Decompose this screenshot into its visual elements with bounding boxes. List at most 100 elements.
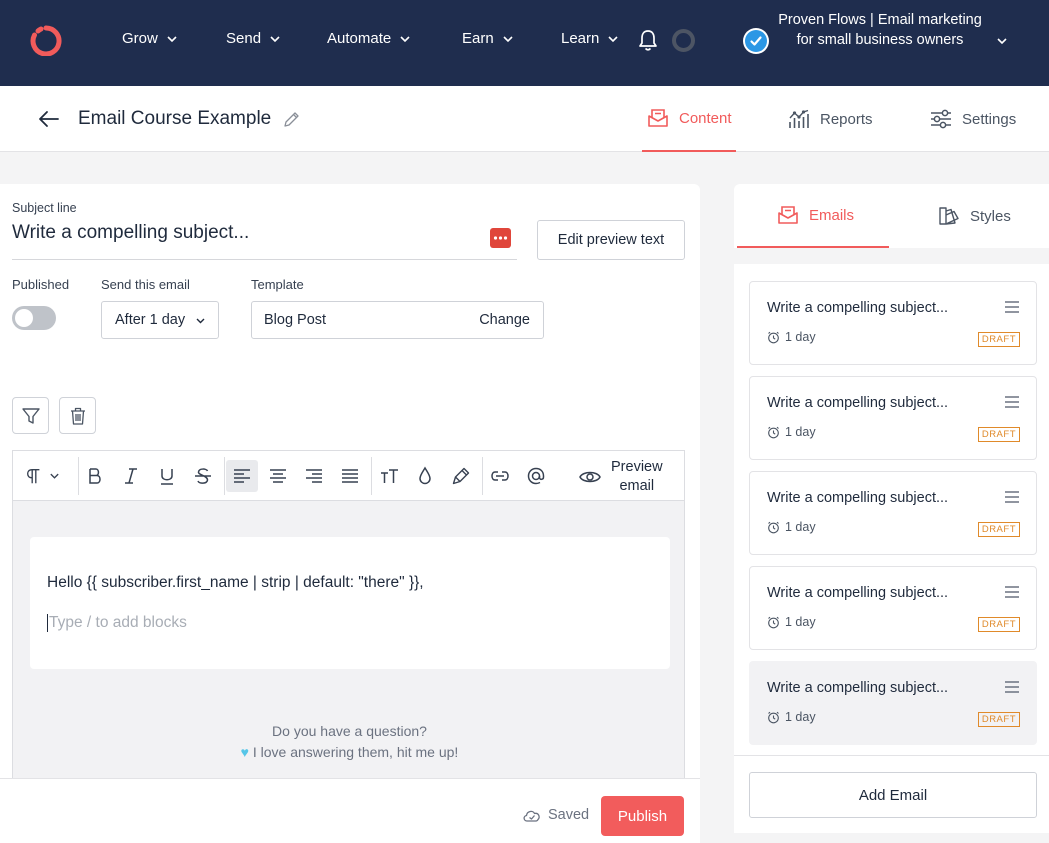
chart-icon [789,109,809,128]
email-body-canvas: Hello {{ subscriber.first_name | strip |… [12,500,685,780]
paragraph-style-dropdown[interactable] [17,460,67,492]
droplet-icon [419,466,431,485]
draft-badge: DRAFT [977,332,1020,347]
bold-icon [89,468,101,484]
draft-badge: DRAFT [977,712,1020,727]
menu-icon[interactable] [1004,300,1020,314]
arrow-left-icon[interactable] [38,109,60,129]
strikethrough-button[interactable] [187,460,219,492]
greeting-text[interactable]: Hello {{ subscriber.first_name | strip |… [47,574,424,592]
published-toggle[interactable] [12,306,56,330]
email-delay: 1 day [767,330,816,344]
nav-grow-label: Grow [122,30,158,47]
block-placeholder[interactable]: Type / to add blocks [47,614,187,632]
nav-send-label: Send [226,30,262,47]
tab-content[interactable]: Content [642,86,736,152]
draft-badge: DRAFT [977,522,1020,537]
mention-button[interactable] [520,460,552,492]
chevron-down-icon [503,35,513,42]
email-delay: 1 day [767,615,816,629]
draft-badge: DRAFT [977,427,1020,442]
change-template-button[interactable]: Change [479,312,530,328]
brand-logo-icon[interactable] [29,24,63,56]
italic-button[interactable] [115,460,147,492]
tab-styles-label: Styles [970,207,1011,225]
align-center-icon [270,469,286,483]
highlighter-icon [452,467,470,485]
text-size-icon [381,469,398,483]
email-card-title: Write a compelling subject... [767,585,949,601]
filter-button[interactable] [12,397,49,434]
account-switcher[interactable]: Proven Flows | Email marketing for small… [743,10,1033,76]
paragraph-icon [26,469,39,484]
publish-button[interactable]: Publish [601,796,684,836]
underline-icon [161,469,173,485]
chevron-down-icon [49,473,59,479]
nav-send[interactable]: Send [226,30,281,47]
preview-email-label: Preview email [611,458,663,496]
align-left-button[interactable] [226,460,258,492]
email-card[interactable]: Write a compelling subject... 1 day DRAF… [749,471,1037,555]
email-body-card[interactable]: Hello {{ subscriber.first_name | strip |… [30,537,670,669]
tab-emails[interactable]: Emails [737,184,889,248]
link-button[interactable] [484,460,516,492]
tab-styles[interactable]: Styles [938,184,1011,248]
align-right-button[interactable] [298,460,330,492]
email-card[interactable]: Write a compelling subject... 1 day DRAF… [749,281,1037,365]
nav-learn[interactable]: Learn [561,30,619,47]
tab-settings[interactable]: Settings [930,86,1016,152]
verified-icon [743,28,769,54]
menu-icon[interactable] [1004,490,1020,504]
template-field: Blog Post Change [251,301,544,339]
nav-grow[interactable]: Grow [122,30,178,47]
font-size-button[interactable] [373,460,405,492]
editor-footer: Saved Publish [0,778,700,843]
nav-earn[interactable]: Earn [462,30,514,47]
account-name: Proven Flows | Email marketing for small… [778,12,982,48]
send-delay-select[interactable]: After 1 day [101,301,219,339]
merge-tags-button[interactable] [490,228,511,248]
email-delay: 1 day [767,710,816,724]
menu-icon[interactable] [1004,585,1020,599]
highlight-button[interactable] [445,460,477,492]
menu-icon[interactable] [1004,395,1020,409]
text-color-button[interactable] [409,460,441,492]
pencil-icon[interactable] [283,111,300,128]
bell-icon[interactable] [637,28,659,52]
email-card-selected[interactable]: Write a compelling subject... 1 day DRAF… [749,661,1037,745]
sidebar-divider [734,755,1049,756]
delete-button[interactable] [59,397,96,434]
heart-icon: ♥ [240,744,249,760]
email-card[interactable]: Write a compelling subject... 1 day DRAF… [749,376,1037,460]
subject-input[interactable]: Write a compelling subject... [12,222,249,244]
alarm-clock-icon [768,521,779,533]
underline-button[interactable] [151,460,183,492]
align-center-button[interactable] [262,460,294,492]
email-card-title: Write a compelling subject... [767,300,949,316]
nav-automate[interactable]: Automate [327,30,411,47]
status-ring-icon[interactable] [672,29,695,52]
send-delay-value: After 1 day [115,312,186,328]
alarm-clock-icon [768,331,779,343]
email-delay-label: 1 day [785,330,816,344]
signoff-text: Do you have a question? ♥ I love answeri… [13,721,686,763]
align-right-icon [306,469,322,483]
align-justify-button[interactable] [334,460,366,492]
tab-reports[interactable]: Reports [788,86,873,152]
saved-label: Saved [548,807,590,823]
tab-reports-label: Reports [820,110,873,128]
subject-underline [12,259,517,260]
menu-icon[interactable] [1004,680,1020,694]
email-delay-label: 1 day [785,425,816,439]
preview-email-button[interactable]: Preview email [579,458,663,496]
edit-preview-text-button[interactable]: Edit preview text [537,220,685,260]
email-card[interactable]: Write a compelling subject... 1 day DRAF… [749,566,1037,650]
page-header: Email Course Example Content Reports Set… [0,86,1049,152]
bold-button[interactable] [79,460,111,492]
email-delay-label: 1 day [785,520,816,534]
add-email-button[interactable]: Add Email [749,772,1037,818]
top-navigation: Grow Send Automate Earn Learn Proven Flo… [0,0,1049,86]
toolbar-divider [482,457,483,495]
template-label: Template [251,277,304,292]
tab-settings-label: Settings [962,110,1017,128]
